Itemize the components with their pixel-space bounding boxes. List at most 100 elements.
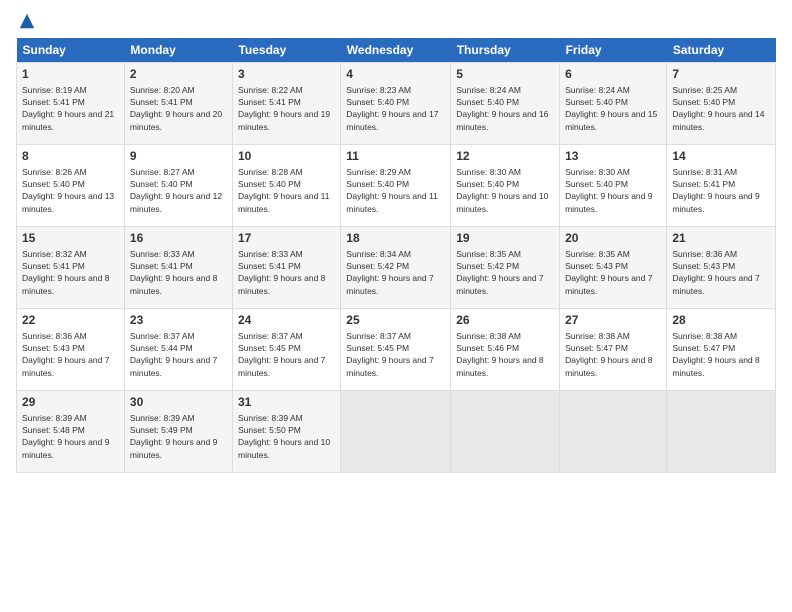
day-info: Sunrise: 8:27 AMSunset: 5:40 PMDaylight:… — [130, 167, 222, 214]
calendar-cell: 22 Sunrise: 8:36 AMSunset: 5:43 PMDaylig… — [17, 309, 125, 391]
day-number: 2 — [130, 67, 227, 83]
day-info: Sunrise: 8:37 AMSunset: 5:45 PMDaylight:… — [238, 331, 325, 378]
day-info: Sunrise: 8:26 AMSunset: 5:40 PMDaylight:… — [22, 167, 114, 214]
calendar-cell: 14 Sunrise: 8:31 AMSunset: 5:41 PMDaylig… — [667, 145, 776, 227]
day-number: 10 — [238, 149, 335, 165]
calendar-cell: 25 Sunrise: 8:37 AMSunset: 5:45 PMDaylig… — [341, 309, 451, 391]
day-info: Sunrise: 8:23 AMSunset: 5:40 PMDaylight:… — [346, 85, 438, 132]
day-number: 24 — [238, 313, 335, 329]
day-number: 21 — [672, 231, 770, 247]
calendar-cell: 4 Sunrise: 8:23 AMSunset: 5:40 PMDayligh… — [341, 63, 451, 145]
calendar-cell: 20 Sunrise: 8:35 AMSunset: 5:43 PMDaylig… — [560, 227, 667, 309]
calendar-cell: 18 Sunrise: 8:34 AMSunset: 5:42 PMDaylig… — [341, 227, 451, 309]
day-info: Sunrise: 8:28 AMSunset: 5:40 PMDaylight:… — [238, 167, 330, 214]
day-info: Sunrise: 8:37 AMSunset: 5:44 PMDaylight:… — [130, 331, 217, 378]
calendar-cell: 3 Sunrise: 8:22 AMSunset: 5:41 PMDayligh… — [232, 63, 340, 145]
weekday-header-wednesday: Wednesday — [341, 38, 451, 63]
calendar-cell: 27 Sunrise: 8:38 AMSunset: 5:47 PMDaylig… — [560, 309, 667, 391]
weekday-header-thursday: Thursday — [451, 38, 560, 63]
day-number: 13 — [565, 149, 661, 165]
day-info: Sunrise: 8:39 AMSunset: 5:49 PMDaylight:… — [130, 413, 217, 460]
calendar-cell: 28 Sunrise: 8:38 AMSunset: 5:47 PMDaylig… — [667, 309, 776, 391]
day-info: Sunrise: 8:38 AMSunset: 5:47 PMDaylight:… — [565, 331, 652, 378]
day-info: Sunrise: 8:38 AMSunset: 5:47 PMDaylight:… — [672, 331, 759, 378]
weekday-header-sunday: Sunday — [17, 38, 125, 63]
day-info: Sunrise: 8:31 AMSunset: 5:41 PMDaylight:… — [672, 167, 759, 214]
logo-icon — [18, 12, 36, 30]
week-row-3: 15 Sunrise: 8:32 AMSunset: 5:41 PMDaylig… — [17, 227, 776, 309]
day-info: Sunrise: 8:36 AMSunset: 5:43 PMDaylight:… — [672, 249, 759, 296]
day-number: 7 — [672, 67, 770, 83]
calendar-cell — [560, 391, 667, 473]
day-number: 20 — [565, 231, 661, 247]
day-number: 9 — [130, 149, 227, 165]
day-number: 29 — [22, 395, 119, 411]
week-row-2: 8 Sunrise: 8:26 AMSunset: 5:40 PMDayligh… — [17, 145, 776, 227]
day-info: Sunrise: 8:30 AMSunset: 5:40 PMDaylight:… — [565, 167, 652, 214]
day-info: Sunrise: 8:35 AMSunset: 5:42 PMDaylight:… — [456, 249, 543, 296]
day-number: 28 — [672, 313, 770, 329]
weekday-header-row: SundayMondayTuesdayWednesdayThursdayFrid… — [17, 38, 776, 63]
day-number: 3 — [238, 67, 335, 83]
day-number: 14 — [672, 149, 770, 165]
calendar-cell: 5 Sunrise: 8:24 AMSunset: 5:40 PMDayligh… — [451, 63, 560, 145]
day-number: 15 — [22, 231, 119, 247]
day-info: Sunrise: 8:22 AMSunset: 5:41 PMDaylight:… — [238, 85, 330, 132]
day-info: Sunrise: 8:34 AMSunset: 5:42 PMDaylight:… — [346, 249, 433, 296]
calendar-cell: 29 Sunrise: 8:39 AMSunset: 5:48 PMDaylig… — [17, 391, 125, 473]
weekday-header-monday: Monday — [124, 38, 232, 63]
day-number: 6 — [565, 67, 661, 83]
weekday-header-friday: Friday — [560, 38, 667, 63]
day-number: 17 — [238, 231, 335, 247]
day-number: 16 — [130, 231, 227, 247]
calendar-cell: 19 Sunrise: 8:35 AMSunset: 5:42 PMDaylig… — [451, 227, 560, 309]
day-number: 1 — [22, 67, 119, 83]
calendar-cell: 10 Sunrise: 8:28 AMSunset: 5:40 PMDaylig… — [232, 145, 340, 227]
day-number: 25 — [346, 313, 445, 329]
day-info: Sunrise: 8:37 AMSunset: 5:45 PMDaylight:… — [346, 331, 433, 378]
weekday-header-tuesday: Tuesday — [232, 38, 340, 63]
calendar-cell: 8 Sunrise: 8:26 AMSunset: 5:40 PMDayligh… — [17, 145, 125, 227]
calendar-cell: 7 Sunrise: 8:25 AMSunset: 5:40 PMDayligh… — [667, 63, 776, 145]
day-number: 5 — [456, 67, 554, 83]
day-info: Sunrise: 8:39 AMSunset: 5:50 PMDaylight:… — [238, 413, 330, 460]
week-row-1: 1 Sunrise: 8:19 AMSunset: 5:41 PMDayligh… — [17, 63, 776, 145]
day-info: Sunrise: 8:29 AMSunset: 5:40 PMDaylight:… — [346, 167, 438, 214]
day-number: 26 — [456, 313, 554, 329]
day-info: Sunrise: 8:20 AMSunset: 5:41 PMDaylight:… — [130, 85, 222, 132]
day-info: Sunrise: 8:33 AMSunset: 5:41 PMDaylight:… — [238, 249, 325, 296]
day-number: 30 — [130, 395, 227, 411]
calendar-cell: 6 Sunrise: 8:24 AMSunset: 5:40 PMDayligh… — [560, 63, 667, 145]
day-info: Sunrise: 8:32 AMSunset: 5:41 PMDaylight:… — [22, 249, 109, 296]
day-number: 27 — [565, 313, 661, 329]
weekday-header-saturday: Saturday — [667, 38, 776, 63]
calendar-cell: 17 Sunrise: 8:33 AMSunset: 5:41 PMDaylig… — [232, 227, 340, 309]
calendar-cell: 11 Sunrise: 8:29 AMSunset: 5:40 PMDaylig… — [341, 145, 451, 227]
calendar-cell: 26 Sunrise: 8:38 AMSunset: 5:46 PMDaylig… — [451, 309, 560, 391]
calendar-cell: 13 Sunrise: 8:30 AMSunset: 5:40 PMDaylig… — [560, 145, 667, 227]
calendar-cell: 16 Sunrise: 8:33 AMSunset: 5:41 PMDaylig… — [124, 227, 232, 309]
calendar-cell: 24 Sunrise: 8:37 AMSunset: 5:45 PMDaylig… — [232, 309, 340, 391]
day-number: 18 — [346, 231, 445, 247]
calendar-cell: 31 Sunrise: 8:39 AMSunset: 5:50 PMDaylig… — [232, 391, 340, 473]
calendar-cell: 21 Sunrise: 8:36 AMSunset: 5:43 PMDaylig… — [667, 227, 776, 309]
day-info: Sunrise: 8:39 AMSunset: 5:48 PMDaylight:… — [22, 413, 109, 460]
calendar-cell — [667, 391, 776, 473]
calendar-cell: 1 Sunrise: 8:19 AMSunset: 5:41 PMDayligh… — [17, 63, 125, 145]
calendar-cell: 9 Sunrise: 8:27 AMSunset: 5:40 PMDayligh… — [124, 145, 232, 227]
day-info: Sunrise: 8:19 AMSunset: 5:41 PMDaylight:… — [22, 85, 114, 132]
day-info: Sunrise: 8:24 AMSunset: 5:40 PMDaylight:… — [565, 85, 657, 132]
day-number: 22 — [22, 313, 119, 329]
day-info: Sunrise: 8:25 AMSunset: 5:40 PMDaylight:… — [672, 85, 764, 132]
week-row-5: 29 Sunrise: 8:39 AMSunset: 5:48 PMDaylig… — [17, 391, 776, 473]
day-info: Sunrise: 8:24 AMSunset: 5:40 PMDaylight:… — [456, 85, 548, 132]
day-number: 19 — [456, 231, 554, 247]
day-number: 8 — [22, 149, 119, 165]
calendar-cell: 15 Sunrise: 8:32 AMSunset: 5:41 PMDaylig… — [17, 227, 125, 309]
day-number: 11 — [346, 149, 445, 165]
calendar-cell: 30 Sunrise: 8:39 AMSunset: 5:49 PMDaylig… — [124, 391, 232, 473]
calendar-cell: 12 Sunrise: 8:30 AMSunset: 5:40 PMDaylig… — [451, 145, 560, 227]
day-info: Sunrise: 8:33 AMSunset: 5:41 PMDaylight:… — [130, 249, 217, 296]
logo — [16, 12, 36, 30]
calendar-cell — [451, 391, 560, 473]
